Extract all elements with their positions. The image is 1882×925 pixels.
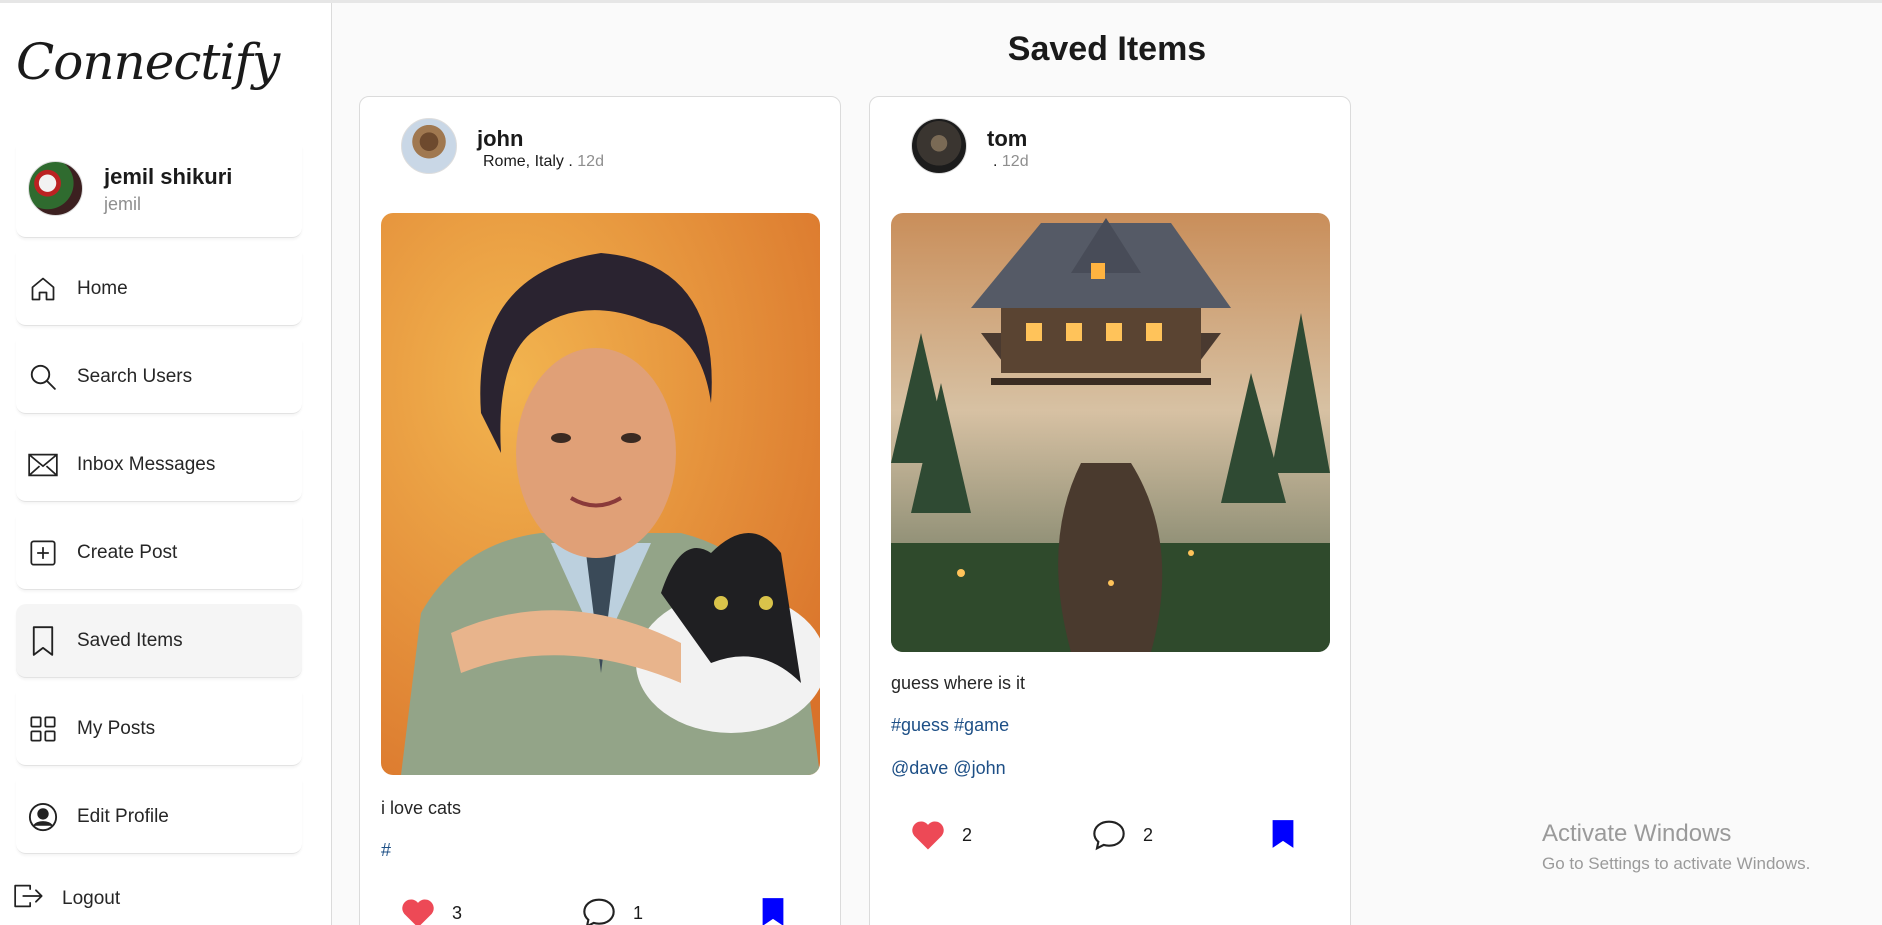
comment-icon: [1093, 820, 1125, 851]
comment-button[interactable]: 2: [1091, 819, 1153, 851]
grid-icon: [27, 713, 59, 745]
sidebar-item-label: Search Users: [77, 365, 193, 387]
save-button[interactable]: [1271, 819, 1295, 849]
post-username[interactable]: tom: [987, 126, 1027, 152]
like-button[interactable]: 2: [910, 819, 972, 851]
post-hashtags[interactable]: #guess #game: [891, 715, 1009, 736]
post-meta: . 12d: [993, 153, 1029, 171]
app-logo[interactable]: Connectify: [16, 33, 280, 91]
post-meta: Rome, Italy . 12d: [483, 153, 604, 171]
home-icon: [27, 273, 59, 305]
post-caption: i love cats: [381, 798, 462, 818]
bookmark-filled-icon: [762, 898, 784, 925]
search-icon: [27, 361, 59, 393]
sidebar-item-inbox-messages[interactable]: Inbox Messages: [16, 428, 302, 502]
sidebar-item-saved-items[interactable]: Saved Items: [16, 604, 302, 678]
comment-button[interactable]: 1: [581, 897, 643, 925]
sidebar-item-label: My Posts: [77, 717, 156, 739]
post-image-art: [381, 213, 820, 775]
sidebar-item-home[interactable]: Home: [16, 252, 302, 326]
user-circle-icon: [27, 801, 59, 833]
sidebar-item-label: Inbox Messages: [77, 453, 216, 475]
plus-square-icon: [27, 537, 59, 569]
comment-count: 2: [1143, 824, 1154, 845]
sidebar-item-my-posts[interactable]: My Posts: [16, 692, 302, 766]
post-location: Rome, Italy .: [483, 153, 573, 170]
bookmark-filled-icon: [1272, 820, 1294, 848]
sidebar-item-label: Home: [77, 277, 128, 299]
profile-summary[interactable]: jemil shikuri jemil: [16, 146, 302, 238]
post-time: 12d: [577, 153, 604, 170]
logout-label: Logout: [62, 887, 121, 909]
profile-name: jemil shikuri: [104, 164, 233, 189]
comment-icon: [583, 898, 615, 925]
avatar[interactable]: [28, 161, 83, 216]
watermark-title: Activate Windows: [1542, 820, 1732, 847]
heart-icon: [402, 899, 434, 925]
sidebar-item-label: Edit Profile: [77, 805, 169, 827]
heart-icon: [912, 821, 944, 850]
logout-button[interactable]: Logout: [14, 883, 120, 914]
profile-handle: jemil: [104, 194, 142, 214]
post-image-art: [891, 213, 1330, 652]
logout-icon: [14, 883, 44, 914]
like-count: 3: [452, 902, 463, 923]
envelope-icon: [27, 449, 59, 481]
watermark-subtitle: Go to Settings to activate Windows.: [1542, 854, 1811, 873]
post-mentions[interactable]: @dave @john: [891, 758, 1006, 779]
post-hashtags[interactable]: #: [381, 840, 391, 861]
post-card: tom . 12d guess where is it #guess #game…: [869, 96, 1351, 925]
bookmark-icon: [27, 625, 59, 657]
post-avatar[interactable]: [911, 118, 967, 174]
post-card: john Rome, Italy . 12d i love cats # 3 1: [359, 96, 841, 925]
sidebar-item-label: Saved Items: [77, 629, 183, 651]
sidebar-item-create-post[interactable]: Create Post: [16, 516, 302, 590]
like-button[interactable]: 3: [400, 897, 462, 925]
save-button[interactable]: [761, 897, 785, 925]
comment-count: 1: [633, 902, 644, 923]
like-count: 2: [962, 824, 973, 845]
activate-windows-watermark: Activate Windows Go to Settings to activ…: [1542, 820, 1810, 874]
post-time: 12d: [1001, 153, 1029, 170]
page-title: Saved Items: [1007, 30, 1207, 68]
sidebar: Connectify jemil shikuri jemil Home Sear…: [0, 3, 332, 925]
post-username[interactable]: john: [477, 126, 523, 152]
post-image[interactable]: [381, 213, 820, 775]
post-image[interactable]: [891, 213, 1330, 652]
sidebar-item-edit-profile[interactable]: Edit Profile: [16, 780, 302, 854]
post-avatar[interactable]: [401, 118, 457, 174]
post-location: .: [993, 153, 998, 170]
post-caption: guess where is it: [891, 673, 1026, 693]
sidebar-item-label: Create Post: [77, 541, 178, 563]
sidebar-item-search-users[interactable]: Search Users: [16, 340, 302, 414]
